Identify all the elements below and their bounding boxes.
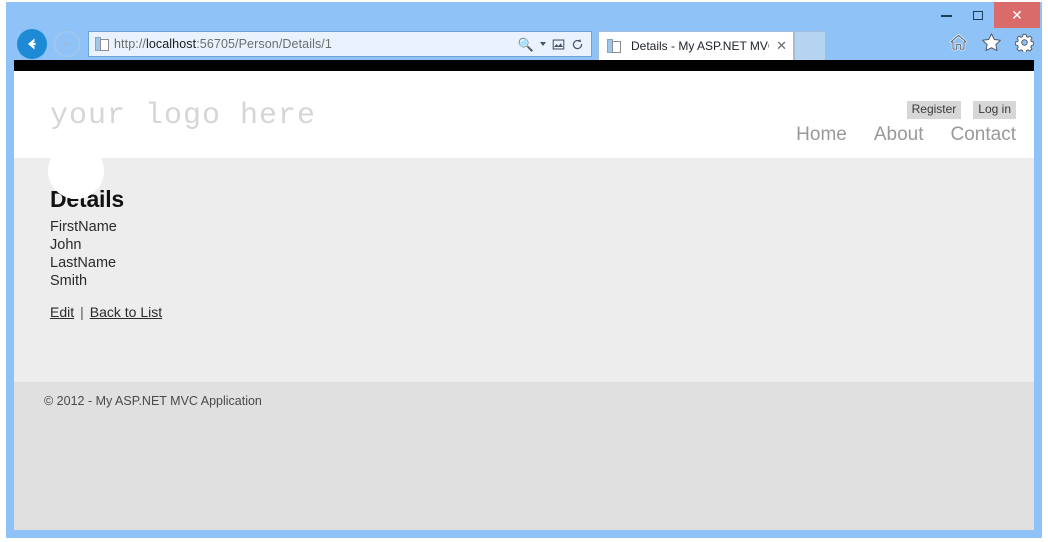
url-host: localhost — [145, 37, 197, 51]
register-link[interactable]: Register — [906, 101, 962, 120]
navigation-bar: http://localhost:56705/Person/Details/1 … — [6, 28, 1042, 60]
forward-button[interactable] — [54, 31, 80, 57]
field-label-firstname: FirstName — [50, 219, 117, 235]
minimize-button[interactable] — [930, 2, 962, 28]
page-favicon-icon — [95, 36, 109, 52]
window-controls: ✕ — [930, 2, 1040, 28]
site-footer: © 2012 - My ASP.NET MVC Application — [14, 382, 1034, 530]
tab-strip: Details - My ASP.NET MVC ... ✕ — [598, 31, 826, 60]
browser-toolbar-icons — [949, 32, 1034, 52]
site-logo[interactable]: your logo here — [50, 99, 316, 133]
search-icon[interactable]: 🔍 — [518, 38, 534, 51]
edit-link[interactable]: Edit — [50, 304, 74, 320]
logo-circle-decoration — [48, 143, 104, 199]
field-label-lastname: LastName — [50, 255, 117, 271]
new-tab-button[interactable] — [794, 31, 826, 60]
footer-copyright: © 2012 - My ASP.NET MVC Application — [44, 394, 262, 408]
main-navigation: Home About Contact — [796, 124, 1016, 146]
nav-contact[interactable]: Contact — [951, 124, 1016, 146]
action-separator: | — [80, 304, 84, 320]
settings-gear-icon[interactable] — [1015, 33, 1034, 52]
close-button[interactable]: ✕ — [994, 2, 1040, 28]
close-icon: ✕ — [1011, 6, 1023, 23]
refresh-icon[interactable] — [571, 38, 584, 51]
compatibility-view-icon[interactable] — [552, 38, 565, 51]
title-bar: ✕ — [6, 2, 1042, 28]
minimize-icon — [940, 14, 952, 17]
nav-home[interactable]: Home — [796, 124, 847, 146]
field-value-lastname: Smith — [50, 273, 88, 289]
nav-about[interactable]: About — [874, 124, 924, 146]
detail-field-list: FirstName John LastName Smith — [50, 218, 117, 290]
maximize-icon — [973, 10, 983, 20]
home-icon[interactable] — [949, 33, 968, 52]
browser-window: ✕ http://localhost:56705/Person/Details/… — [6, 2, 1042, 538]
tab-close-icon[interactable]: ✕ — [774, 38, 789, 54]
tab-title: Details - My ASP.NET MVC ... — [631, 39, 769, 53]
page-top-black-bar — [14, 60, 1034, 71]
address-bar[interactable]: http://localhost:56705/Person/Details/1 … — [88, 31, 592, 57]
field-value-firstname: John — [50, 237, 82, 253]
action-links: Edit | Back to List — [50, 304, 162, 320]
main-content: Details FirstName John LastName Smith Ed… — [14, 158, 1034, 382]
login-link[interactable]: Log in — [973, 101, 1016, 120]
address-url-text[interactable]: http://localhost:56705/Person/Details/1 — [114, 37, 518, 51]
site-header: your logo here Register Log in Home Abou… — [14, 71, 1034, 199]
back-arrow-icon — [28, 38, 36, 50]
browser-tab[interactable]: Details - My ASP.NET MVC ... ✕ — [598, 31, 794, 60]
url-path: :56705/Person/Details/1 — [196, 37, 332, 51]
back-to-list-link[interactable]: Back to List — [90, 304, 162, 320]
maximize-button[interactable] — [962, 2, 994, 28]
account-links: Register Log in — [906, 101, 1016, 120]
address-bar-icons: 🔍 — [518, 38, 587, 51]
back-button[interactable] — [17, 29, 47, 59]
favorites-star-icon[interactable] — [981, 32, 1002, 52]
url-scheme: http:// — [114, 37, 146, 51]
forward-arrow-icon — [64, 40, 70, 48]
chevron-down-icon[interactable] — [540, 42, 546, 46]
tab-favicon-icon — [607, 38, 621, 54]
page-viewport: your logo here Register Log in Home Abou… — [14, 60, 1034, 530]
